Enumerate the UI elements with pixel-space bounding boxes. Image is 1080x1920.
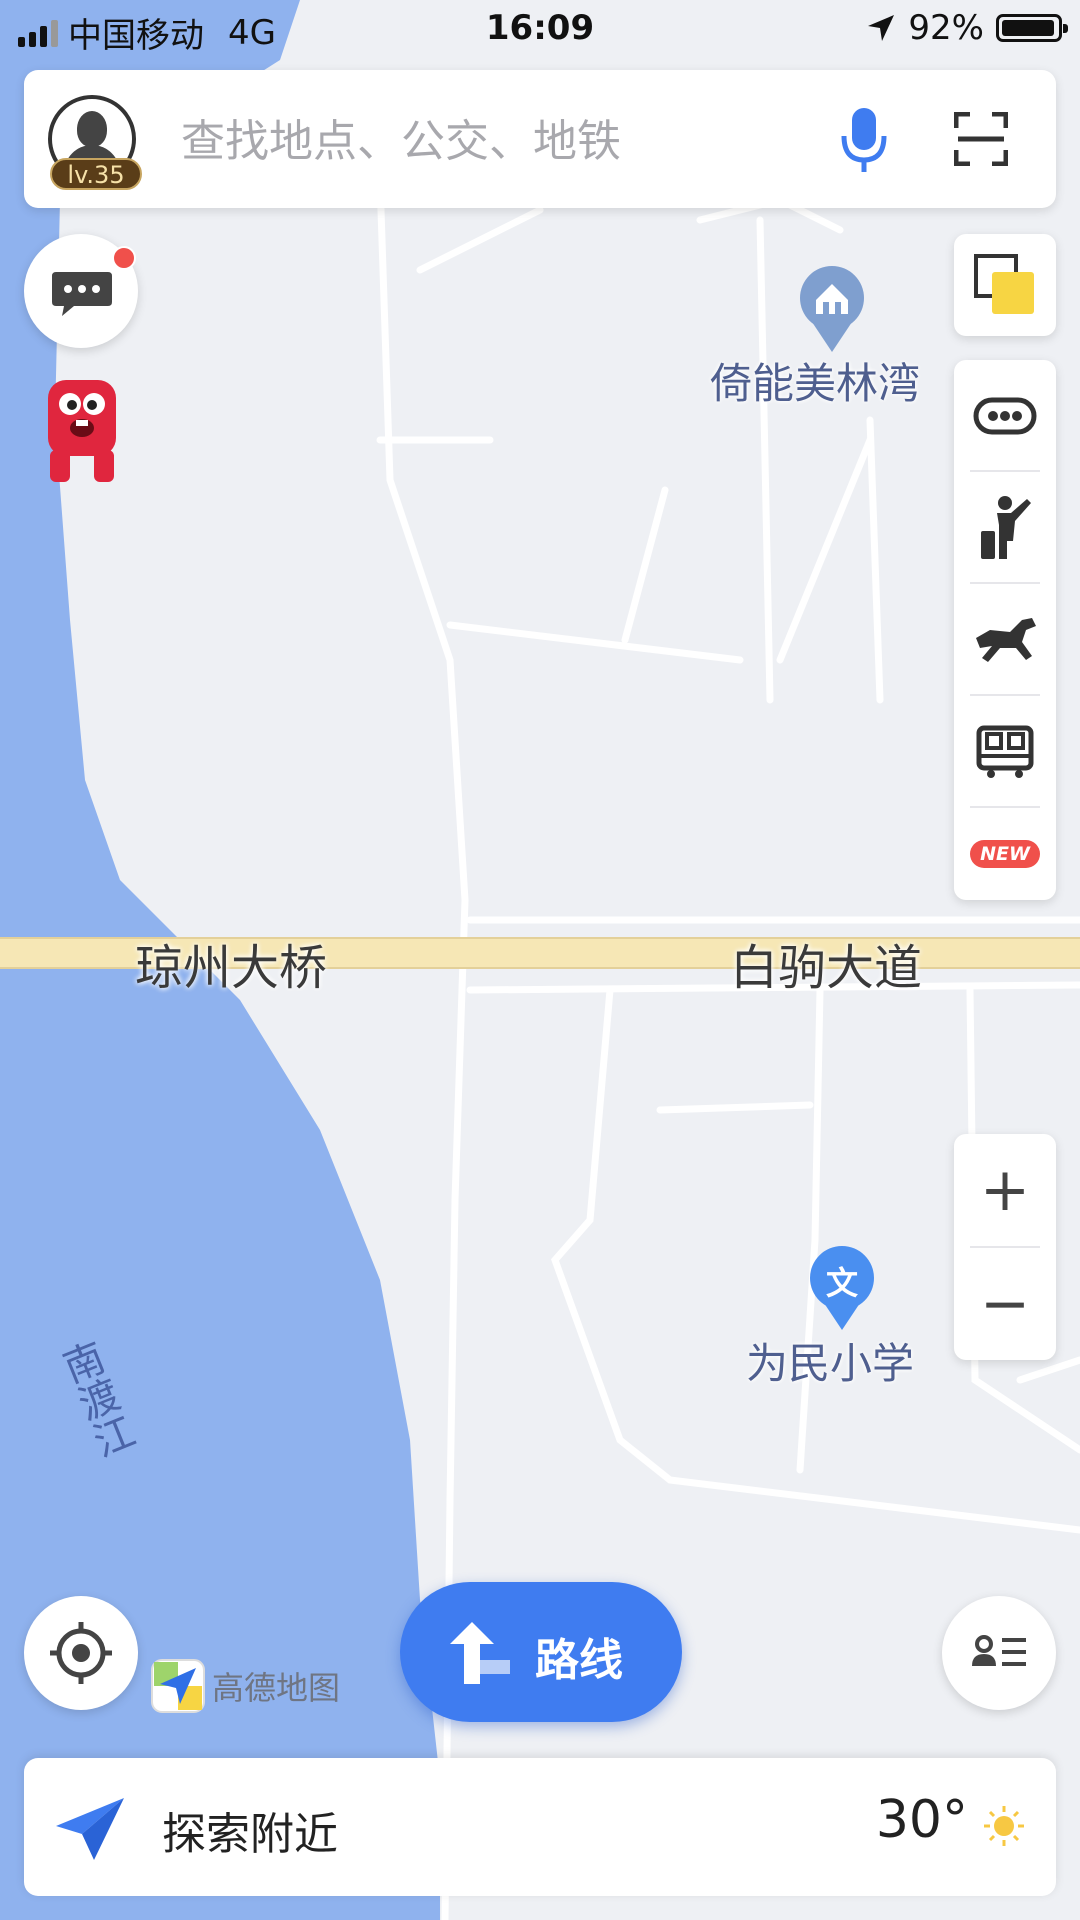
poi-label-residential[interactable]: 倚能美林湾 (710, 350, 920, 411)
scan-icon[interactable] (954, 112, 1008, 166)
unread-dot (112, 246, 136, 270)
zoom-out-label: − (979, 1269, 1031, 1339)
mascot-icon[interactable] (40, 370, 124, 486)
traffic-icon (973, 397, 1037, 435)
locate-icon (50, 1622, 112, 1684)
horse-icon (976, 618, 1036, 662)
mic-icon[interactable] (834, 104, 894, 176)
zoom-in-label: + (979, 1155, 1031, 1225)
explore-nearby-label[interactable]: 探索附近 (162, 1798, 338, 1862)
taxi-button[interactable] (954, 472, 1056, 584)
route-label: 路线 (535, 1635, 623, 1686)
layers-icon (974, 254, 1034, 314)
zoom-out-button[interactable]: − (954, 1248, 1056, 1360)
locate-button[interactable] (24, 1596, 138, 1710)
amap-logo-icon (151, 1659, 205, 1713)
sun-icon (984, 1806, 1024, 1846)
battery-percent: 92% (908, 8, 984, 48)
zoom-in-button[interactable]: + (954, 1134, 1056, 1246)
bottom-bar[interactable]: 探索附近 30° (24, 1758, 1056, 1896)
road-label-avenue: 白驹大道 (730, 940, 923, 996)
status-bar: 中国移动 4G 16:09 92% (0, 0, 1080, 60)
list-icon (972, 1635, 1026, 1666)
search-input[interactable] (179, 100, 823, 182)
taxi-icon (981, 496, 1031, 559)
route-arrow-icon (450, 1622, 510, 1684)
logo-text: 高德地图 (212, 1669, 341, 1707)
user-level-badge: lv.35 (50, 158, 142, 190)
paper-plane-icon (56, 1798, 124, 1860)
map-tools-panel: NEW (954, 360, 1056, 900)
battery-icon (996, 14, 1068, 42)
horse-button[interactable] (954, 584, 1056, 696)
temperature: 30° (875, 1790, 968, 1850)
new-badge: NEW (970, 840, 1040, 868)
traffic-button[interactable] (954, 360, 1056, 472)
app-logo: 高德地图 (150, 1658, 340, 1714)
route-button[interactable]: 路线 (400, 1582, 682, 1722)
bus-button[interactable] (954, 696, 1056, 808)
location-arrow-icon (868, 15, 895, 41)
message-button[interactable] (24, 234, 138, 348)
poi-label-school[interactable]: 为民小学 (746, 1330, 914, 1391)
school-pin-icon-text: 文 (826, 1264, 859, 1302)
road-label-bridge: 琼州大桥 (135, 940, 328, 996)
new-feature-button[interactable]: NEW (954, 808, 1056, 900)
bus-icon (976, 725, 1034, 778)
list-button[interactable] (942, 1596, 1056, 1710)
layers-button[interactable] (954, 234, 1056, 336)
search-bar[interactable]: lv.35 (24, 70, 1056, 208)
zoom-controls: + − (954, 1134, 1056, 1360)
